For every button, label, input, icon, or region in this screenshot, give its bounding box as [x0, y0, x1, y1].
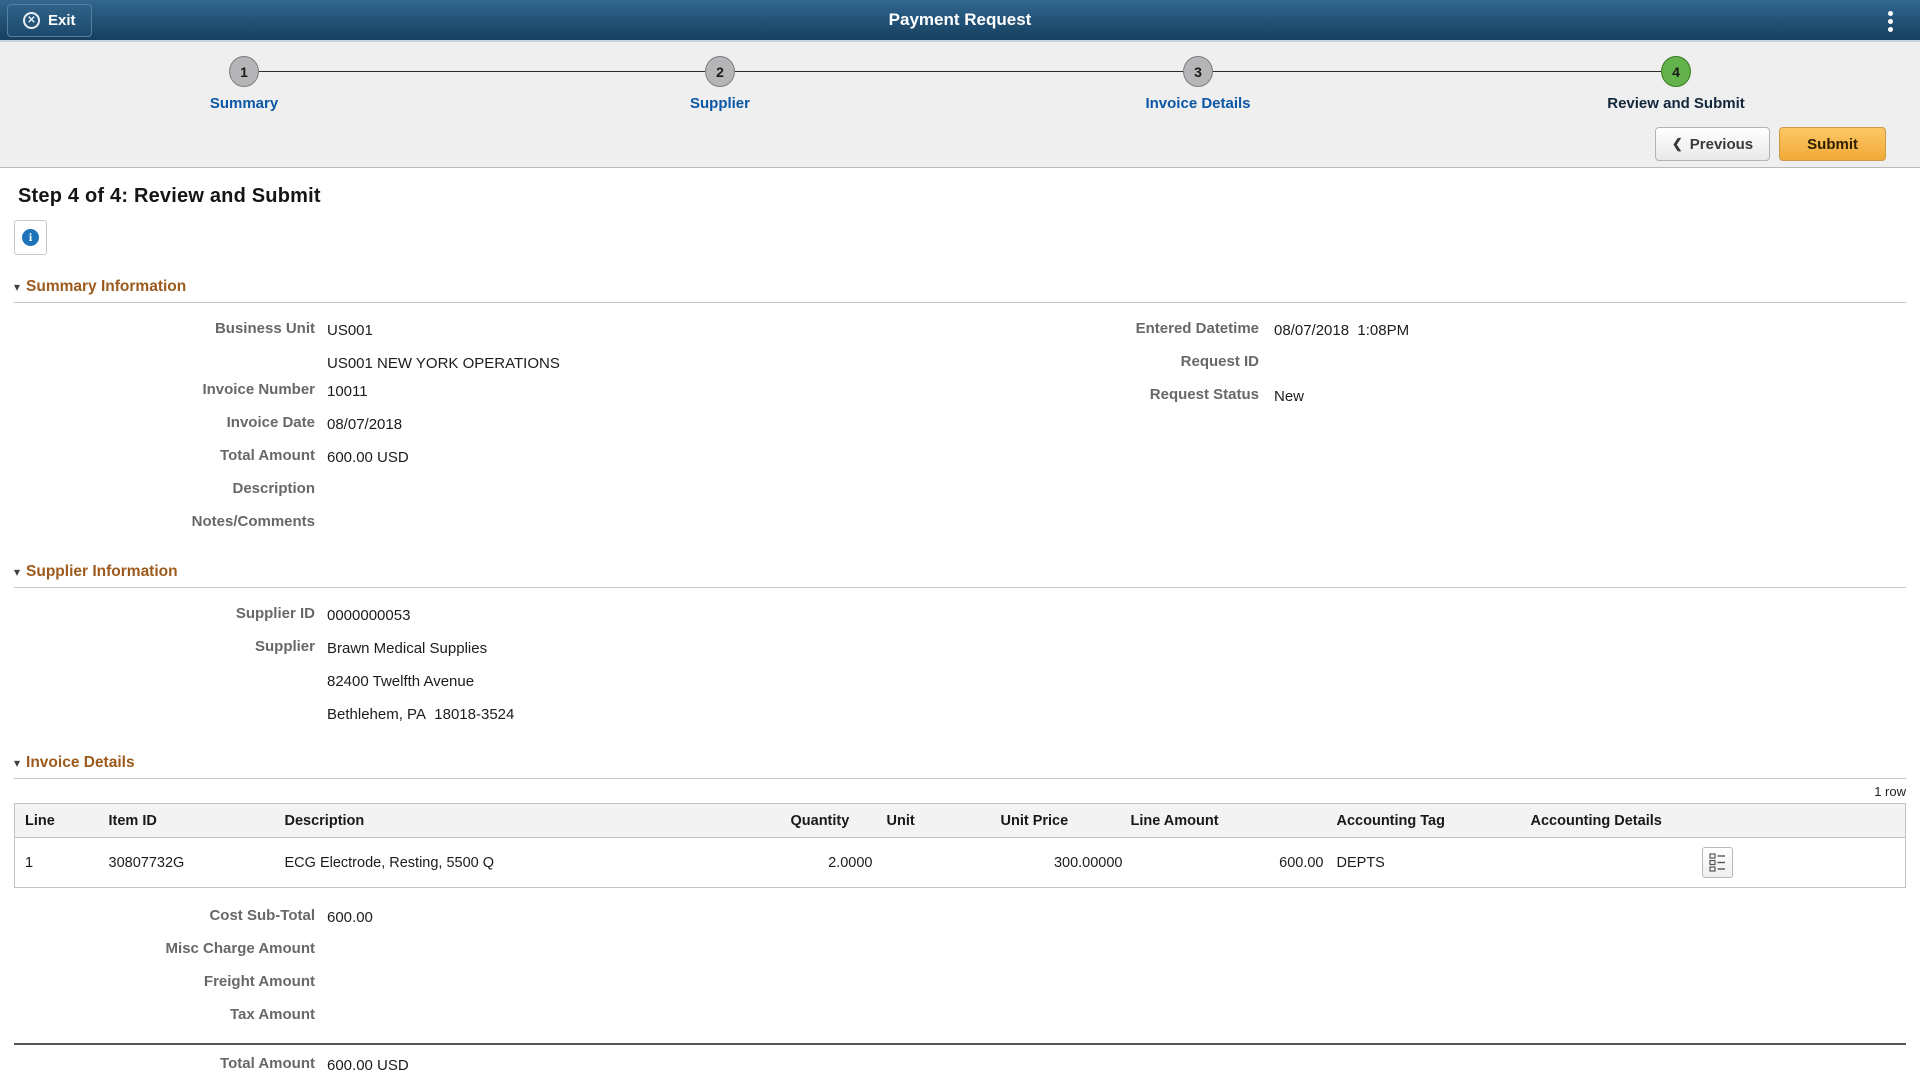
submit-button[interactable]: Submit [1779, 127, 1886, 161]
field-tax-amount: Tax Amount [14, 1000, 1906, 1033]
field-supplier-address1: 82400 Twelfth Avenue [14, 665, 944, 698]
field-grand-total-amount: Total Amount 600.00 USD [14, 1049, 1906, 1080]
cell-accounting-details [1531, 838, 1906, 888]
cell-line: 1 [15, 838, 95, 888]
section-header-supplier-information[interactable]: ▾ Supplier Information [14, 563, 1906, 588]
invoice-lines-table: Line Item ID Description Quantity Unit U… [14, 803, 1906, 888]
grid-row-count: 1 row [14, 784, 1906, 799]
field-cost-sub-total: Cost Sub-Total 600.00 [14, 901, 1906, 934]
step-label-summary[interactable]: Summary [84, 95, 404, 112]
step-label-review-submit: Review and Submit [1516, 95, 1836, 112]
field-supplier-address2: Bethlehem, PA 18018-3524 [14, 698, 944, 731]
kebab-icon [1888, 11, 1893, 16]
chevron-down-icon: ▾ [14, 280, 20, 294]
section-header-summary-information[interactable]: ▾ Summary Information [14, 278, 1906, 303]
step-heading: Step 4 of 4: Review and Submit [18, 185, 1906, 208]
previous-button[interactable]: ❮ Previous [1655, 127, 1770, 161]
step-circle-review-submit[interactable]: 4 [1661, 56, 1691, 87]
section-header-invoice-details[interactable]: ▾ Invoice Details [14, 754, 1906, 779]
field-invoice-date: Invoice Date 08/07/2018 [14, 408, 944, 441]
field-invoice-number: Invoice Number 10011 [14, 375, 944, 408]
field-entered-datetime: Entered Datetime 08/07/2018 1:08PM [944, 314, 1409, 347]
cell-description: ECG Electrode, Resting, 5500 Q [271, 838, 791, 888]
cell-item-id: 30807732G [95, 838, 271, 888]
col-header-unit-price: Unit Price [1001, 804, 1131, 838]
col-header-description: Description [271, 804, 791, 838]
col-header-line-amount: Line Amount [1131, 804, 1331, 838]
step-circle-summary[interactable]: 1 [229, 56, 259, 87]
step-circle-supplier[interactable]: 2 [705, 56, 735, 87]
cell-unit-price: 300.00000 [1001, 838, 1131, 888]
step-label-supplier[interactable]: Supplier [560, 95, 880, 112]
field-request-status: Request Status New [944, 380, 1409, 413]
field-supplier-id: Supplier ID 0000000053 [14, 599, 944, 632]
cell-quantity: 2.0000 [791, 838, 881, 888]
kebab-menu-button[interactable] [1878, 7, 1902, 35]
col-header-accounting-details: Accounting Details [1531, 804, 1906, 838]
chevron-left-icon: ❮ [1672, 136, 1683, 152]
chevron-down-icon: ▾ [14, 756, 20, 770]
info-icon: i [22, 229, 39, 246]
section-title: Invoice Details [26, 754, 135, 772]
col-header-item-id: Item ID [95, 804, 271, 838]
table-header-row: Line Item ID Description Quantity Unit U… [15, 804, 1906, 838]
info-button[interactable]: i [14, 220, 47, 255]
field-description: Description [14, 474, 944, 507]
step-circle-invoice-details[interactable]: 3 [1183, 56, 1213, 87]
progress-band: 1 2 3 4 Summary Supplier Invoice Details… [0, 42, 1920, 168]
stepper-connector-line [244, 71, 1676, 72]
cell-line-amount: 600.00 [1131, 838, 1331, 888]
field-total-amount: Total Amount 600.00 USD [14, 441, 944, 474]
cell-unit [881, 838, 1001, 888]
field-misc-charge-amount: Misc Charge Amount [14, 934, 1906, 967]
totals-divider [14, 1043, 1906, 1045]
field-request-id: Request ID [944, 347, 1409, 380]
invoice-totals: Cost Sub-Total 600.00 Misc Charge Amount… [14, 901, 1906, 1080]
field-freight-amount: Freight Amount [14, 967, 1906, 1000]
step-label-invoice-details[interactable]: Invoice Details [1038, 95, 1358, 112]
main-content: Step 4 of 4: Review and Submit i ▾ Summa… [0, 185, 1920, 1080]
col-header-line: Line [15, 804, 95, 838]
supplier-information-fields: Supplier ID 0000000053 Supplier Brawn Me… [14, 599, 1906, 731]
page-title: Payment Request [0, 0, 1920, 40]
section-title: Summary Information [26, 278, 186, 296]
field-business-unit: Business Unit US001 US001 NEW YORK OPERA… [14, 314, 944, 375]
accounting-details-icon [1709, 853, 1726, 872]
field-notes-comments: Notes/Comments [14, 507, 944, 540]
app-header: ✕ Exit Payment Request [0, 0, 1920, 42]
col-header-accounting-tag: Accounting Tag [1331, 804, 1531, 838]
field-supplier-name: Supplier Brawn Medical Supplies [14, 632, 944, 665]
cell-accounting-tag: DEPTS [1331, 838, 1531, 888]
summary-information-fields: Business Unit US001 US001 NEW YORK OPERA… [14, 314, 1906, 540]
col-header-quantity: Quantity [791, 804, 881, 838]
accounting-details-button[interactable] [1702, 847, 1733, 878]
section-title: Supplier Information [26, 563, 178, 581]
chevron-down-icon: ▾ [14, 565, 20, 579]
col-header-unit: Unit [881, 804, 1001, 838]
table-row: 1 30807732G ECG Electrode, Resting, 5500… [15, 838, 1906, 888]
wizard-actions: ❮ Previous Submit [1655, 127, 1886, 161]
